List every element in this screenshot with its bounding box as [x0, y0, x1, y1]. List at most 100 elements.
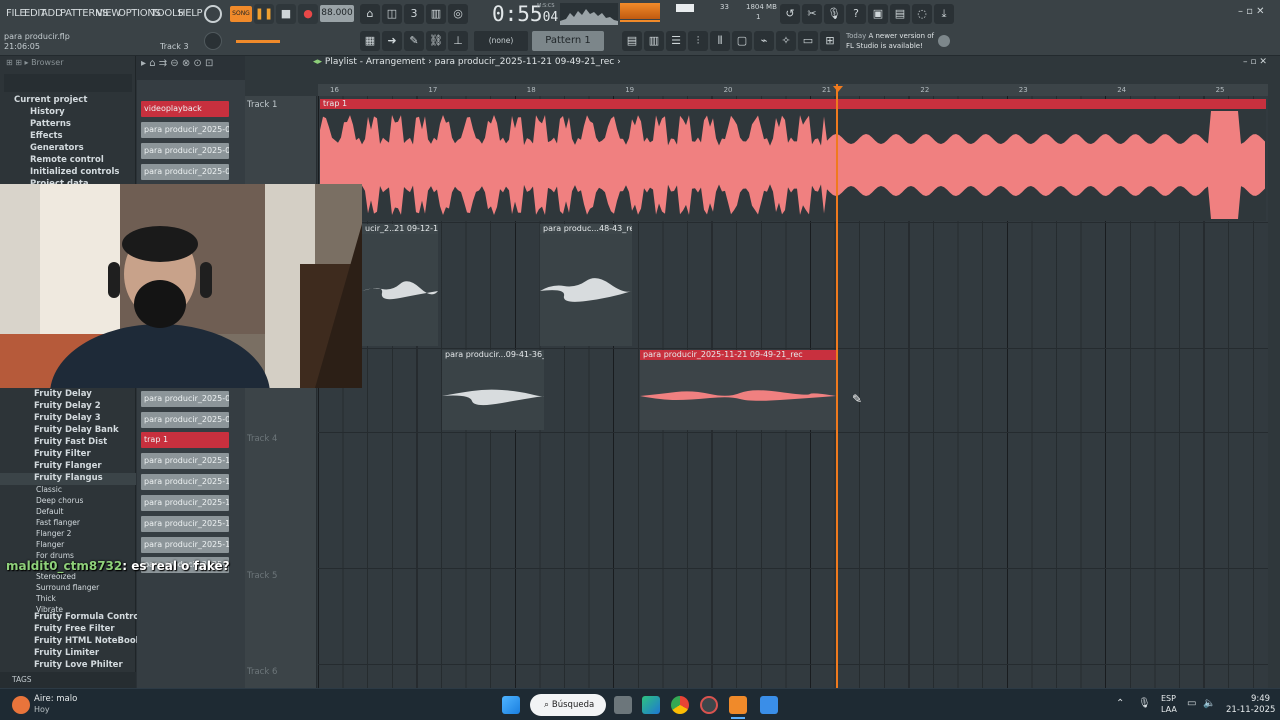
weather-icon[interactable]: [12, 696, 30, 714]
stamp-icon[interactable]: ⊥: [448, 31, 468, 51]
master-volume-slider[interactable]: [236, 40, 280, 43]
piano-roll-icon[interactable]: ▦: [360, 31, 380, 51]
tempo-display[interactable]: 88.000: [320, 5, 354, 22]
pattern-selector[interactable]: (none): [474, 31, 528, 51]
taskbar-date[interactable]: 21-11-2025: [1226, 705, 1275, 715]
audio-clip-waveform-trap[interactable]: [320, 109, 1266, 221]
chrome-browser-icon[interactable]: [671, 696, 689, 714]
cart-icon[interactable]: ⊞: [820, 31, 840, 51]
update-notice[interactable]: Today A newer version of FL Studio is av…: [846, 31, 934, 51]
audio-clip-header-selected[interactable]: para producir_2025-11-21 09-49-21_rec: [640, 350, 836, 360]
obs-studio-icon[interactable]: [700, 696, 718, 714]
plugin-item[interactable]: Fruity Love Philter: [0, 660, 136, 672]
timeline-ruler[interactable]: 16 17 18 19 20 21 22 23 24 25: [318, 84, 1268, 96]
fl-logo-icon[interactable]: [938, 35, 950, 47]
save-icon[interactable]: ▣: [868, 4, 888, 24]
taskbar-clock[interactable]: 9:49: [1251, 694, 1270, 704]
track-1-label[interactable]: Track 1: [247, 100, 277, 110]
wand-icon[interactable]: ✧: [776, 31, 796, 51]
tray-chevron-icon[interactable]: ⌃: [1116, 698, 1124, 709]
audio-clip-header-rec[interactable]: ucir_2..21 09-12-19_rec: [362, 224, 438, 234]
wait-input-icon[interactable]: ◫: [382, 4, 402, 24]
clip-list-item[interactable]: para producir_2025-07-...: [141, 143, 229, 159]
plugin-item[interactable]: Fruity Delay 3: [0, 413, 136, 425]
channel-rack-icon[interactable]: ▥: [644, 31, 664, 51]
plugin-item[interactable]: Fruity Limiter: [0, 648, 136, 660]
plugin-item[interactable]: Fruity Delay 2: [0, 401, 136, 413]
stop-button[interactable]: ■: [276, 4, 296, 24]
browser-tabs[interactable]: [4, 74, 132, 92]
plugin-item[interactable]: Fruity Fast Dist: [0, 437, 136, 449]
track-5-label[interactable]: Track 5: [247, 571, 277, 581]
window-controls[interactable]: – ▫ ✕: [1238, 6, 1265, 17]
microphone-icon[interactable]: 🎙: [824, 4, 844, 24]
master-pitch-knob[interactable]: [204, 32, 222, 50]
undo-icon[interactable]: ↺: [780, 4, 800, 24]
pattern-name-display[interactable]: Pattern 1: [532, 31, 604, 51]
sliders-icon[interactable]: ⫶: [688, 31, 708, 51]
clip-list-item[interactable]: para producir_2025-07-...: [141, 412, 229, 428]
midi-icon[interactable]: ▤: [890, 4, 910, 24]
arrow-icon[interactable]: ➜: [382, 31, 402, 51]
clip-list-item[interactable]: para producir_2025-07-...: [141, 164, 229, 180]
clip-list-item[interactable]: para producir_2025-11-2...: [141, 537, 229, 553]
clip-list-item[interactable]: para producir_2025-11-2...: [141, 516, 229, 532]
volume-icon[interactable]: 🔈: [1203, 698, 1215, 709]
task-view-icon[interactable]: [614, 696, 632, 714]
clip-list-item[interactable]: para producir_2025-11-2...: [141, 453, 229, 469]
help-icon[interactable]: ?: [846, 4, 866, 24]
clip-list-item[interactable]: para producir_2025-11-2...: [141, 495, 229, 511]
metronome-dial-icon[interactable]: [204, 5, 222, 23]
mixer-icon[interactable]: ☰: [666, 31, 686, 51]
plugin-item[interactable]: Fruity Flanger: [0, 461, 136, 473]
clip-list-item[interactable]: trap 1: [141, 432, 229, 448]
plugin-item-selected[interactable]: Fruity Flangus: [0, 473, 136, 485]
plugin-item[interactable]: Fruity HTML NoteBook: [0, 636, 141, 648]
plugin-item[interactable]: Fruity Delay: [0, 389, 136, 401]
playhead-handle-icon[interactable]: [833, 86, 843, 92]
loop-record-icon[interactable]: ◎: [448, 4, 468, 24]
edge-browser-icon[interactable]: [642, 696, 660, 714]
clipboard-icon[interactable]: ▢: [732, 31, 752, 51]
browser-history[interactable]: History: [0, 107, 136, 119]
playlist-window-controls[interactable]: – ▫ ✕: [1243, 57, 1267, 67]
plug-icon[interactable]: ⌁: [754, 31, 774, 51]
fl-studio-taskbar-icon[interactable]: [729, 696, 747, 714]
weather-title[interactable]: Aire: malo: [34, 694, 77, 704]
notepad-icon[interactable]: [760, 696, 778, 714]
browser-effects[interactable]: Effects: [0, 131, 136, 143]
plugin-item[interactable]: Fruity Filter: [0, 449, 136, 461]
record-button[interactable]: ●: [298, 4, 318, 24]
hierarchy-icon[interactable]: ⫴: [710, 31, 730, 51]
master-volume-bar[interactable]: [620, 20, 660, 22]
chat-icon[interactable]: ◌: [912, 4, 932, 24]
tray-mic-icon[interactable]: 🎙: [1138, 698, 1151, 709]
keyboard-language[interactable]: ESP: [1161, 694, 1176, 703]
clip-list-item[interactable]: videoplayback: [141, 101, 229, 117]
clip-list-item[interactable]: para producir_2025-07-...: [141, 391, 229, 407]
browser-current-project[interactable]: Current project: [0, 95, 136, 107]
plugin-item[interactable]: Fruity Delay Bank: [0, 425, 136, 437]
audio-clip-header-rec[interactable]: para produc...48-43_rec: [540, 224, 632, 234]
browser-patterns[interactable]: Patterns: [0, 119, 136, 131]
cut-icon[interactable]: ✂: [802, 4, 822, 24]
pause-button[interactable]: ❚❚: [254, 4, 274, 24]
browser-remote-control[interactable]: Remote control: [0, 155, 136, 167]
plugin-item[interactable]: Fruity Formula Controller: [0, 612, 155, 624]
countdown-icon[interactable]: 3: [404, 4, 424, 24]
link-icon[interactable]: ⛓: [426, 31, 446, 51]
pencil-icon[interactable]: ✎: [404, 31, 424, 51]
clip-list-item[interactable]: para producir_2025-07-...: [141, 122, 229, 138]
menu-file[interactable]: FILE: [6, 8, 26, 19]
plugin-item[interactable]: Fruity Free Filter: [0, 624, 136, 636]
step-edit-icon[interactable]: ▥: [426, 4, 446, 24]
playhead-marker[interactable]: [836, 84, 838, 688]
track-6-label[interactable]: Track 6: [247, 667, 277, 677]
piano-icon[interactable]: ▭: [798, 31, 818, 51]
song-mode-toggle[interactable]: SONG: [230, 6, 252, 22]
playlist-window-icon[interactable]: ▤: [622, 31, 642, 51]
typing-keyboard-icon[interactable]: ⌂: [360, 4, 380, 24]
network-icon[interactable]: ▭: [1187, 698, 1196, 709]
browser-generators[interactable]: Generators: [0, 143, 136, 155]
menu-help[interactable]: HELP: [178, 8, 203, 19]
